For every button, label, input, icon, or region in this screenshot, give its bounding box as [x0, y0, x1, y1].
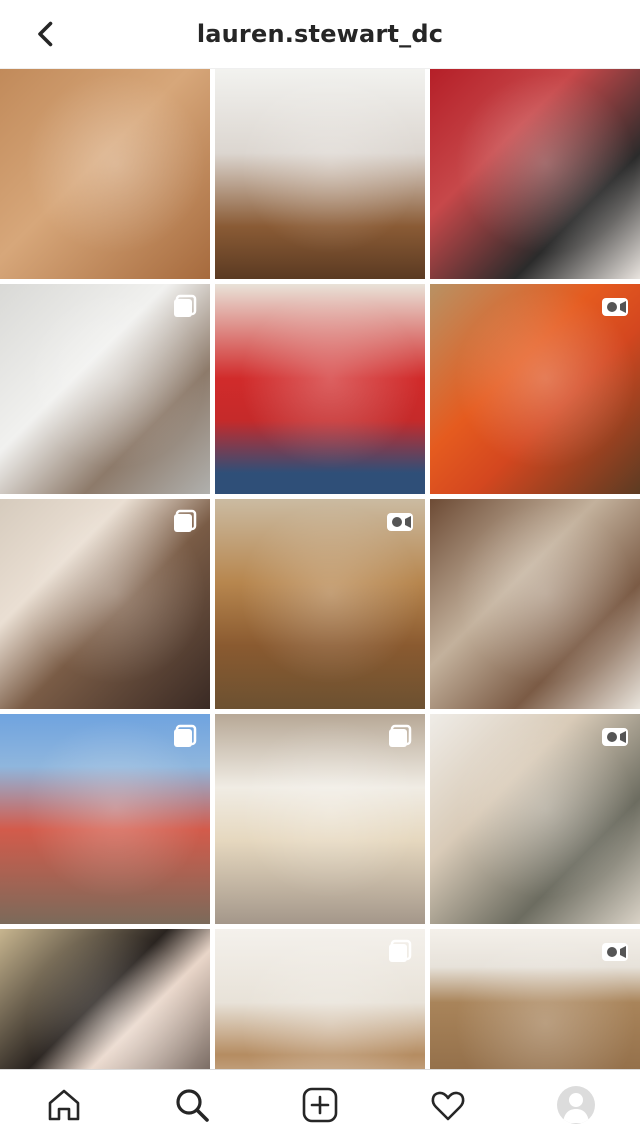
chevron-left-icon	[38, 21, 53, 47]
tab-new-post[interactable]	[288, 1073, 352, 1137]
video-icon	[600, 939, 630, 965]
carousel-icon	[385, 939, 415, 965]
posts-grid	[0, 69, 640, 1139]
post-tile-3[interactable]	[430, 69, 640, 279]
post-tile-6[interactable]	[430, 284, 640, 494]
bottom-tab-bar	[0, 1069, 640, 1139]
video-icon	[385, 509, 415, 535]
tab-activity[interactable]	[416, 1073, 480, 1137]
plus-square-icon	[302, 1087, 338, 1122]
carousel-icon	[170, 724, 200, 750]
post-tile-9[interactable]	[430, 499, 640, 709]
video-icon	[600, 724, 630, 750]
avatar-icon	[557, 1085, 595, 1124]
post-tile-10[interactable]	[0, 714, 210, 924]
heart-icon	[431, 1091, 465, 1120]
home-icon	[48, 1089, 80, 1120]
post-tile-2[interactable]	[215, 69, 425, 279]
tab-profile[interactable]	[544, 1073, 608, 1137]
carousel-icon	[170, 294, 200, 320]
post-tile-7[interactable]	[0, 499, 210, 709]
profile-header: lauren.stewart_dc	[0, 0, 640, 69]
profile-username: lauren.stewart_dc	[196, 20, 444, 48]
tab-search[interactable]	[160, 1073, 224, 1137]
post-tile-1[interactable]	[0, 69, 210, 279]
post-tile-5[interactable]	[215, 284, 425, 494]
video-icon	[600, 294, 630, 320]
search-icon	[176, 1088, 209, 1122]
post-tile-8[interactable]	[215, 499, 425, 709]
carousel-icon	[385, 724, 415, 750]
tab-home[interactable]	[32, 1073, 96, 1137]
back-button[interactable]	[28, 16, 64, 52]
post-tile-4[interactable]	[0, 284, 210, 494]
post-tile-12[interactable]	[430, 714, 640, 924]
post-tile-11[interactable]	[215, 714, 425, 924]
carousel-icon	[170, 509, 200, 535]
